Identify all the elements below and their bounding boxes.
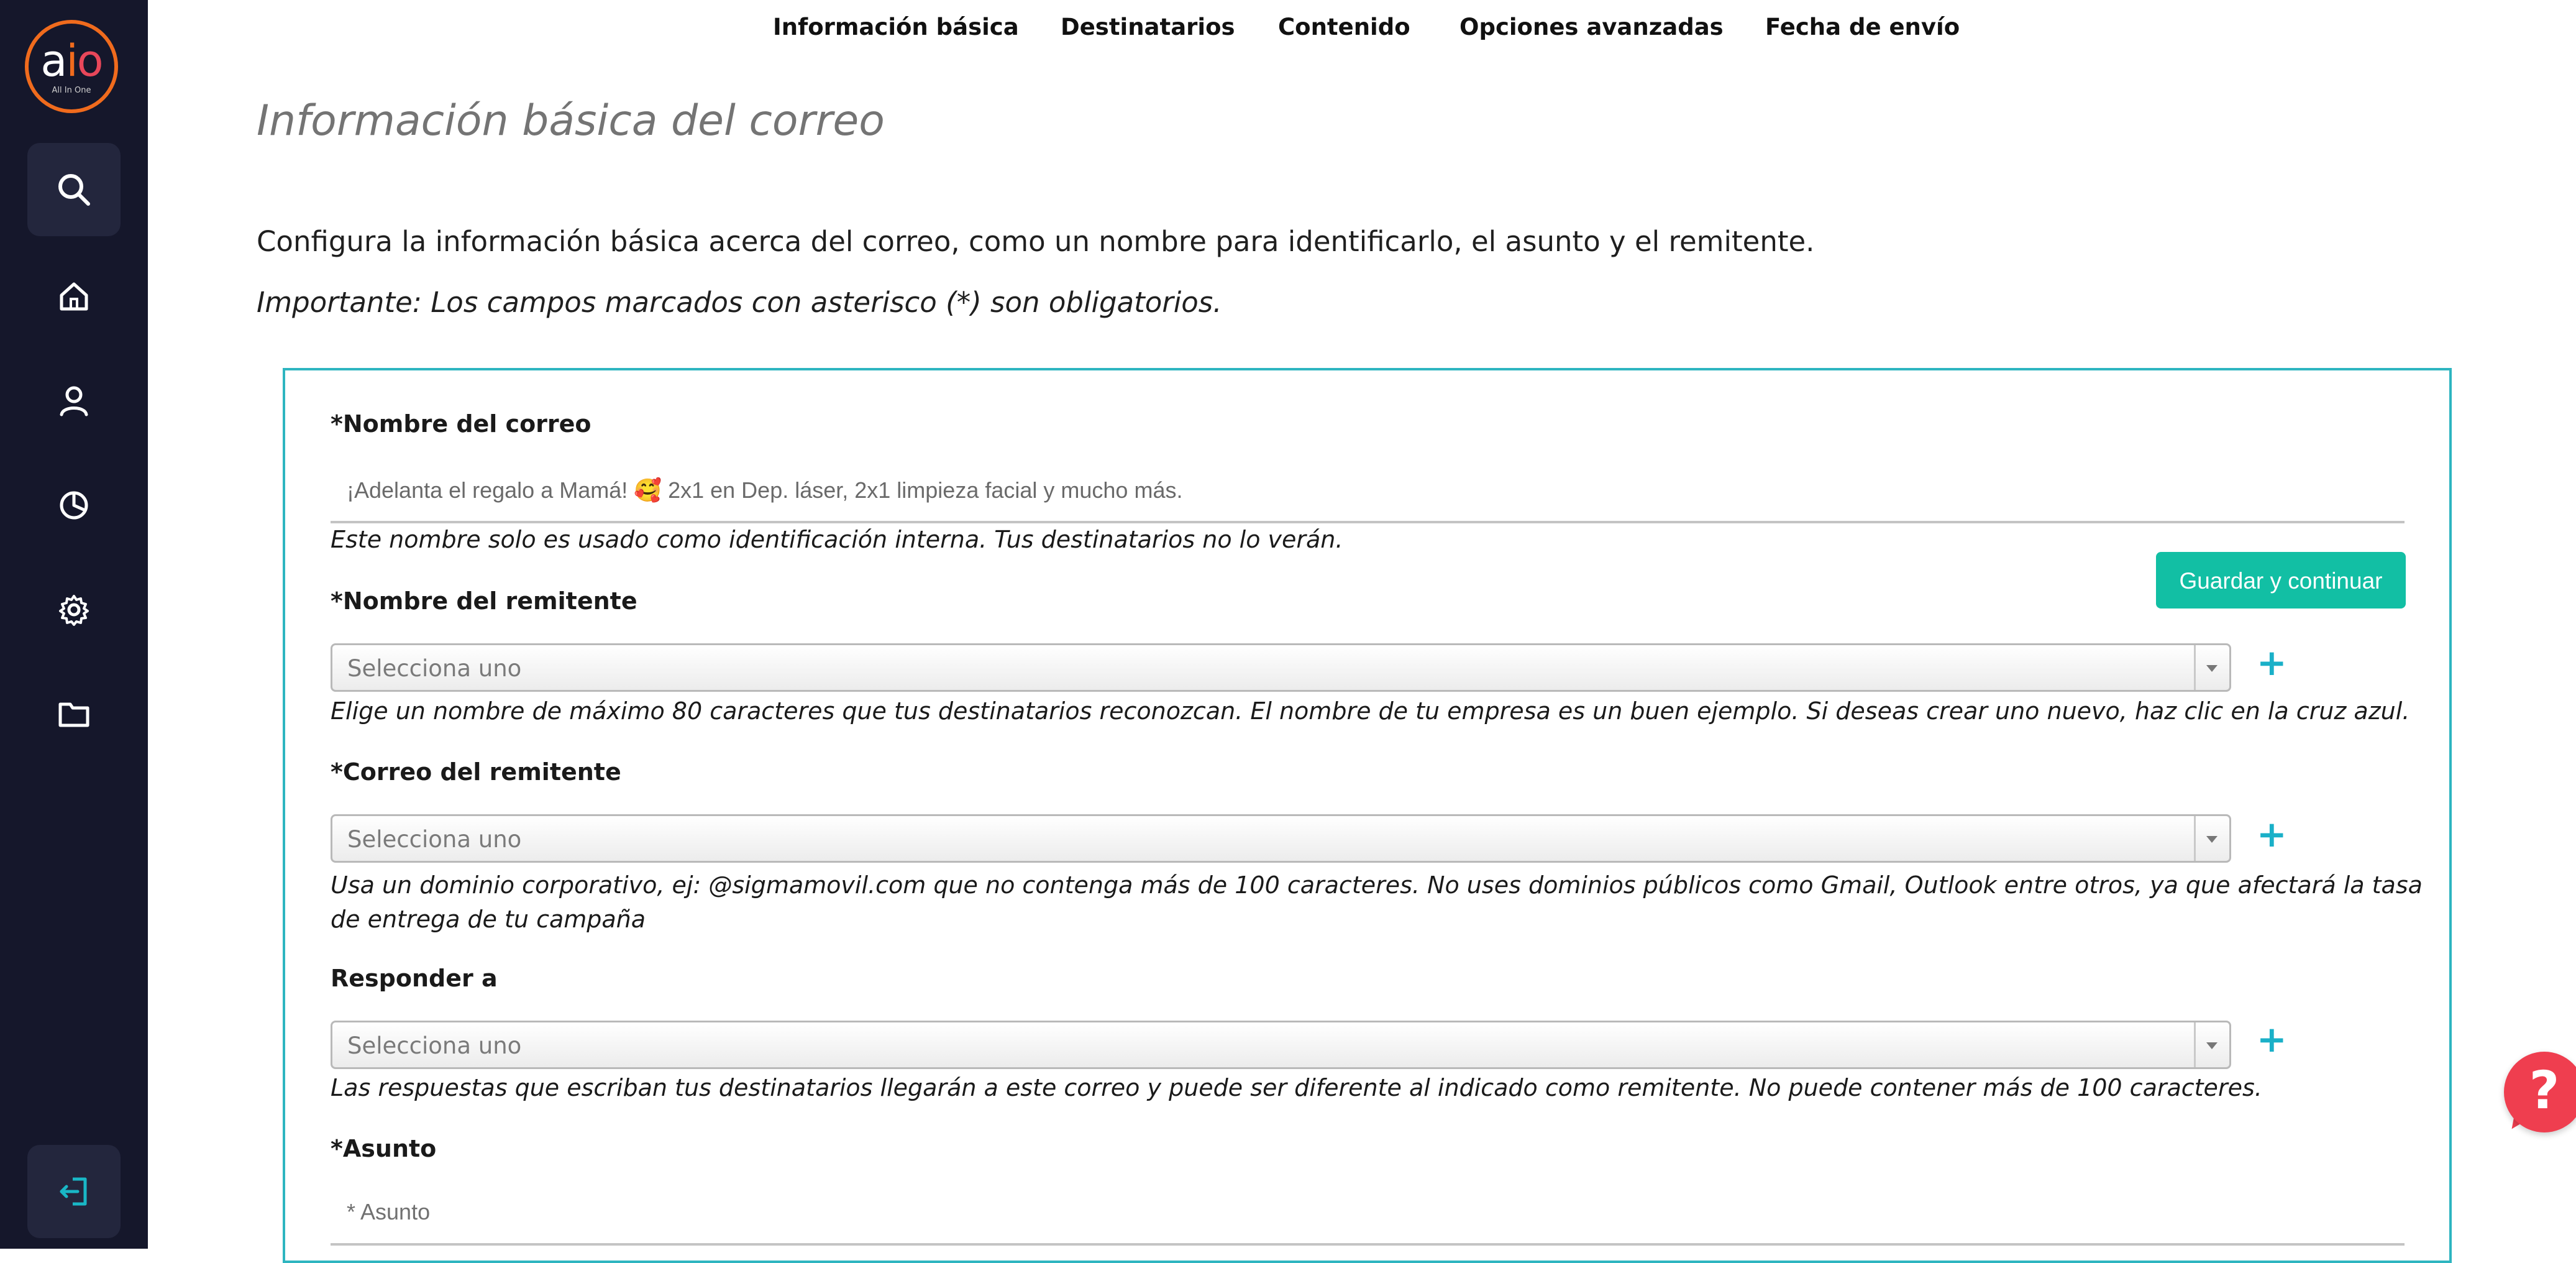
sender-email-label: *Correo del remitente (331, 758, 621, 786)
tab-contenido[interactable]: Contenido (1278, 14, 1410, 40)
sender-email-select[interactable]: Selecciona uno (331, 814, 2231, 863)
sender-email-help: Usa un dominio corporativo, ej: @sigmamo… (331, 871, 2423, 933)
chevron-down-icon (2206, 1042, 2217, 1049)
sidebar-item-home[interactable] (27, 250, 121, 343)
reply-to-select[interactable]: Selecciona uno (331, 1021, 2231, 1069)
home-icon (60, 282, 88, 311)
sidebar-item-search[interactable] (27, 143, 121, 236)
logo-subtitle: All In One (52, 86, 91, 95)
sidebar: aio All In One (0, 0, 148, 1249)
search-icon (58, 174, 90, 206)
subject-input[interactable] (331, 1181, 2405, 1246)
tab-destinatarios[interactable]: Destinatarios (1061, 14, 1235, 40)
page-intro: Configura la información básica acerca d… (257, 225, 1815, 258)
sender-name-label: *Nombre del remitente (331, 587, 637, 615)
sender-name-select[interactable]: Selecciona uno (331, 643, 2231, 692)
sidebar-item-reports[interactable] (27, 459, 121, 552)
reply-to-label: Responder a (331, 965, 498, 992)
page-title: Información básica del correo (257, 96, 885, 145)
reply-to-select-toggle[interactable] (2194, 1022, 2229, 1067)
email-name-input[interactable] (331, 460, 2405, 523)
reply-to-help: Las respuestas que escriban tus destinat… (331, 1074, 2262, 1101)
reply-to-select-value: Selecciona uno (347, 1032, 522, 1059)
sidebar-item-contacts[interactable] (27, 354, 121, 448)
required-fields-note: Importante: Los campos marcados con aste… (257, 286, 1222, 319)
pie-chart-icon (60, 491, 88, 520)
logo-text: aio (40, 35, 103, 86)
save-and-continue-button[interactable]: Guardar y continuar (2156, 552, 2406, 609)
sender-name-help: Elige un nombre de máximo 80 caracteres … (331, 697, 2410, 725)
email-name-label: *Nombre del correo (331, 410, 591, 438)
add-sender-name-button[interactable]: + (2257, 645, 2287, 681)
user-icon (60, 386, 88, 416)
sender-email-select-value: Selecciona uno (347, 826, 522, 853)
sender-email-select-toggle[interactable] (2194, 816, 2229, 861)
tab-opciones-avanzadas[interactable]: Opciones avanzadas (1459, 14, 1724, 40)
logout-icon (60, 1177, 87, 1206)
subject-label: *Asunto (331, 1135, 437, 1162)
logout-button[interactable] (27, 1145, 121, 1238)
tab-informacion-basica[interactable]: Información básica (773, 14, 1019, 40)
tab-fecha-de-envio[interactable]: Fecha de envío (1765, 14, 1960, 40)
sender-name-select-value: Selecciona uno (347, 655, 522, 682)
gear-icon (59, 595, 89, 626)
chevron-down-icon (2206, 836, 2217, 843)
sidebar-item-settings[interactable] (27, 563, 121, 656)
sidebar-item-files[interactable] (27, 668, 121, 761)
folder-icon (58, 702, 89, 727)
email-name-help: Este nombre solo es usado como identific… (331, 526, 1343, 553)
app-logo[interactable]: aio All In One (25, 20, 118, 113)
sender-name-select-toggle[interactable] (2194, 645, 2229, 690)
add-reply-to-button[interactable]: + (2257, 1021, 2287, 1057)
chevron-down-icon (2206, 665, 2217, 672)
add-sender-email-button[interactable]: + (2257, 816, 2287, 852)
